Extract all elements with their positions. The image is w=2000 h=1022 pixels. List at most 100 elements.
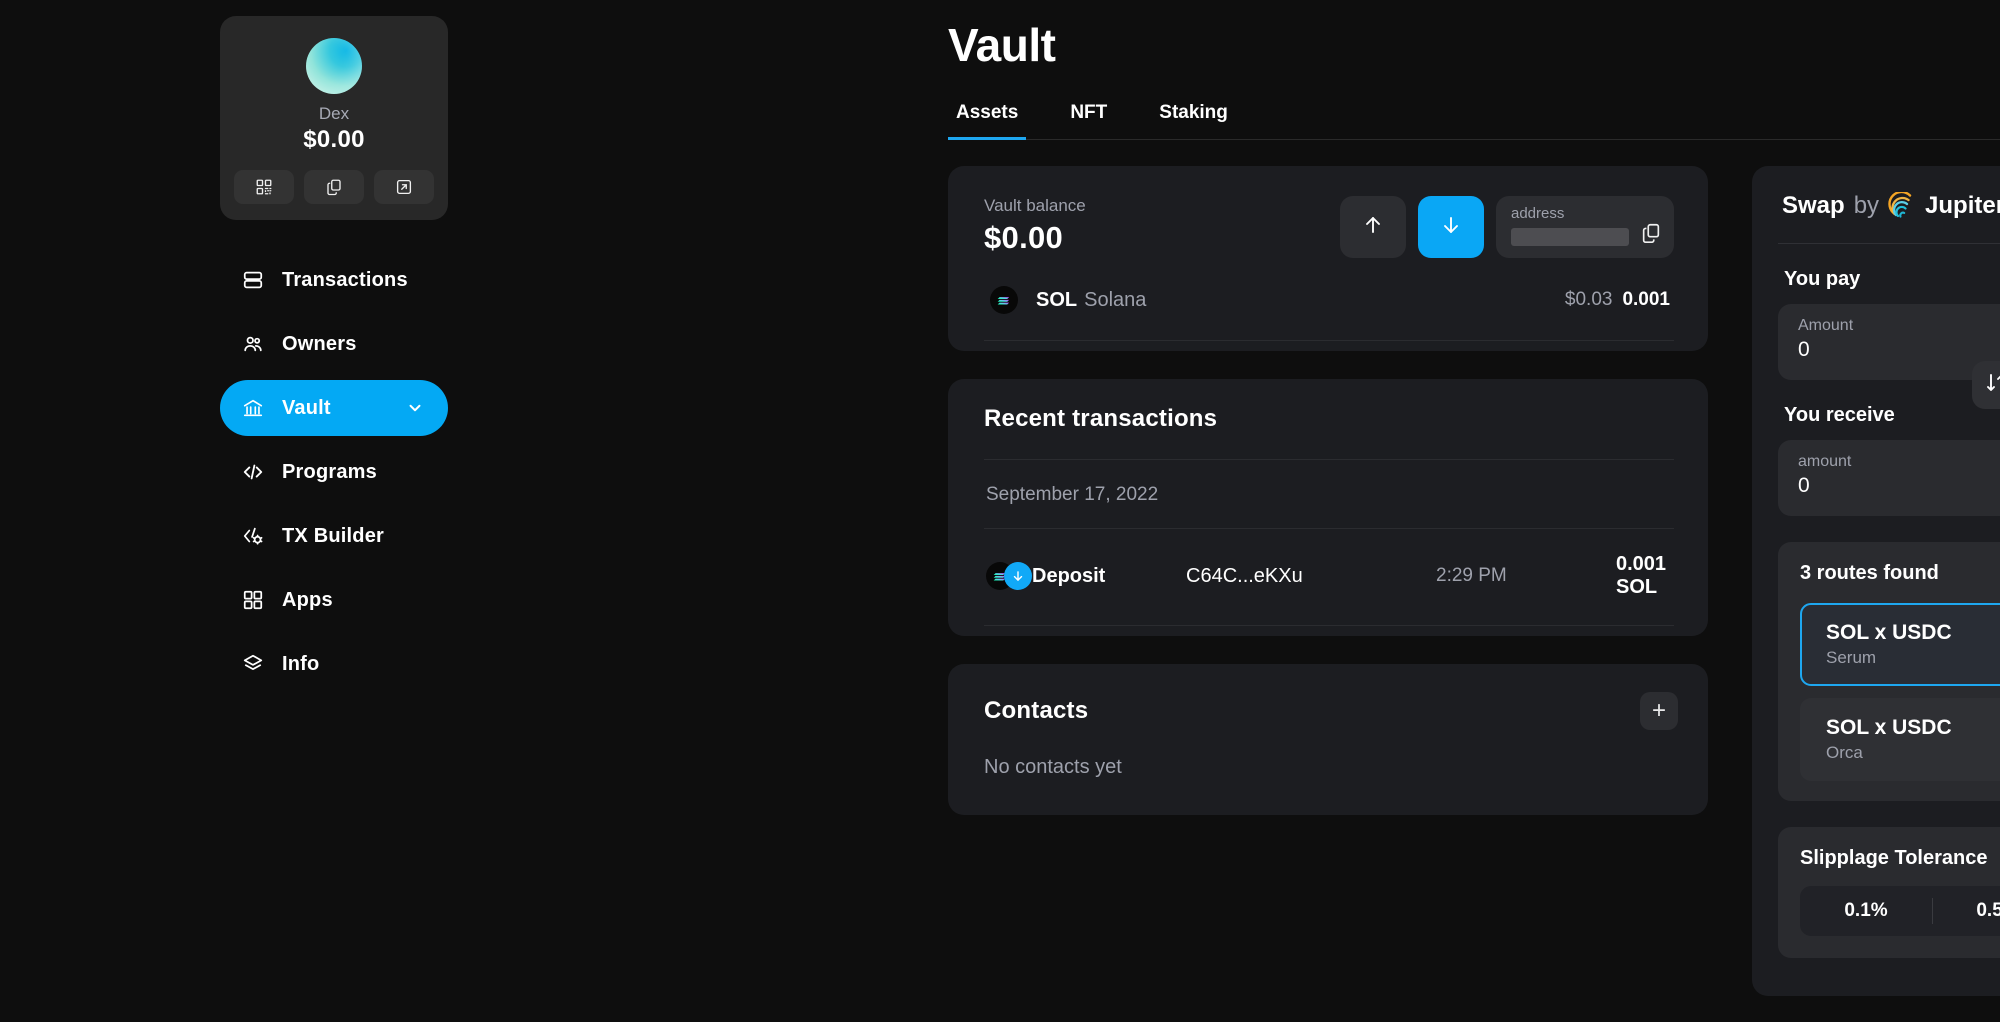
tab-nft[interactable]: NFT	[1062, 102, 1115, 140]
recent-transactions-title: Recent transactions	[984, 405, 1674, 433]
sidebar-item-label: TX Builder	[282, 525, 384, 548]
address-field[interactable]: address	[1496, 196, 1674, 258]
swap-direction-button[interactable]	[1972, 361, 2000, 409]
receive-amount-input[interactable]: 0	[1798, 474, 1851, 498]
pay-amount-input[interactable]: 0	[1798, 338, 1853, 362]
transaction-address: C64C...eKXu	[1186, 565, 1436, 588]
asset-symbol: SOL	[1036, 289, 1077, 312]
contacts-card: Contacts + No contacts yet	[948, 664, 1708, 815]
jupiter-logo-icon	[1888, 192, 1916, 220]
asset-values: $0.03 0.001	[1565, 289, 1670, 311]
sidebar-item-label: Transactions	[282, 269, 408, 292]
owners-icon	[242, 333, 264, 355]
routes-card: 3 routes found SOL x USDC Serum 0 best p…	[1778, 542, 2000, 801]
sidebar-item-label: Vault	[282, 397, 331, 420]
sidebar-item-transactions[interactable]: Transactions	[220, 252, 448, 308]
qr-code-icon	[255, 178, 273, 196]
profile-actions	[234, 170, 434, 204]
route-source: Orca	[1826, 743, 1952, 763]
receive-amount-group: amount 0	[1798, 453, 1851, 498]
left-column: Vault balance $0.00	[948, 166, 1708, 996]
balance-actions: address	[1340, 196, 1674, 258]
balance-text-group: Vault balance $0.00	[984, 196, 1086, 256]
routes-title: 3 routes found	[1800, 562, 2000, 591]
grid-icon	[242, 589, 264, 611]
sidebar-item-owners[interactable]: Owners	[220, 316, 448, 372]
receive-amount-label: amount	[1798, 453, 1851, 471]
open-explorer-button[interactable]	[374, 170, 434, 204]
balance-top-row: Vault balance $0.00	[984, 196, 1674, 258]
app-root: Dex $0.00	[0, 0, 2000, 1022]
arrow-down-icon	[1439, 213, 1463, 242]
transaction-date-group: September 17, 2022	[984, 460, 1674, 528]
address-value	[1511, 228, 1629, 246]
profile-balance: $0.00	[303, 126, 365, 154]
pay-amount-box[interactable]: Amount 0	[1778, 304, 2000, 380]
profile-card: Dex $0.00	[220, 16, 448, 220]
sidebar-item-label: Programs	[282, 461, 377, 484]
asset-usd-value: $0.03	[1565, 289, 1613, 311]
slippage-header: Slipplage Tolerance 1 %	[1800, 847, 2000, 870]
tab-assets[interactable]: Assets	[948, 102, 1026, 140]
sidebar-item-programs[interactable]: Programs	[220, 444, 448, 500]
slippage-options: 0.1% 0.5% 1%	[1800, 886, 2000, 936]
send-button[interactable]	[1340, 196, 1406, 258]
add-contact-button[interactable]: +	[1640, 692, 1678, 730]
route-item[interactable]: SOL x USDC Orca 0	[1800, 698, 2000, 781]
route-text-group: SOL x USDC Serum	[1826, 621, 1952, 668]
address-label: address	[1511, 205, 1660, 222]
sidebar-item-info[interactable]: Info	[220, 636, 448, 692]
page-title: Vault	[948, 18, 2000, 72]
sidebar-item-vault[interactable]: Vault	[220, 380, 448, 436]
vault-balance-label: Vault balance	[984, 196, 1086, 216]
swap-header: Swap by Jupit	[1778, 192, 2000, 220]
vault-balance-card: Vault balance $0.00	[948, 166, 1708, 351]
arrow-down-icon	[1004, 562, 1032, 590]
contacts-header: Contacts +	[984, 692, 1678, 730]
you-receive-label: You receive	[1778, 380, 2000, 440]
bank-icon	[242, 397, 264, 419]
you-pay-header: You pay HALF MAX	[1778, 244, 2000, 304]
swap-provider-name: Jupiter	[1925, 192, 2000, 220]
you-pay-label: You pay	[1784, 268, 1860, 291]
receive-button[interactable]	[1418, 196, 1484, 258]
chevron-down-icon[interactable]	[406, 399, 424, 417]
right-column: Swap by Jupit	[1752, 166, 2000, 996]
transaction-icons	[986, 562, 1032, 590]
copy-icon[interactable]	[1640, 222, 1662, 244]
sidebar-item-label: Owners	[282, 333, 357, 356]
route-pair: SOL x USDC	[1826, 716, 1952, 740]
table-row[interactable]: Deposit C64C...eKXu 2:29 PM 0.001 SOL	[984, 528, 1674, 626]
slippage-title: Slipplage Tolerance	[1800, 847, 1987, 870]
asset-row[interactable]: SOL Solana $0.03 0.001	[984, 258, 1674, 341]
slippage-option-0-1[interactable]: 0.1%	[1800, 886, 1932, 936]
code-icon	[242, 461, 264, 483]
transactions-icon	[242, 269, 264, 291]
content-columns: Vault balance $0.00	[948, 166, 2000, 996]
main-inner: Assets NFT Staking Vault balance $0.00	[948, 102, 2000, 996]
route-text-group: SOL x USDC Orca	[1826, 716, 1952, 763]
tab-bar: Assets NFT Staking	[948, 102, 2000, 140]
sidebar-nav: Transactions Owners Vault	[220, 252, 448, 692]
route-item[interactable]: SOL x USDC Serum 0 best price	[1800, 603, 2000, 686]
avatar	[306, 38, 362, 94]
main-content: Vault Assets NFT Staking Vault balance $…	[448, 0, 2000, 1022]
transaction-time: 2:29 PM	[1436, 565, 1616, 587]
slippage-option-0-5[interactable]: 0.5%	[1932, 886, 2000, 936]
swap-title: Swap	[1782, 192, 1845, 220]
copy-address-button[interactable]	[304, 170, 364, 204]
profile-name: Dex	[319, 104, 349, 124]
sidebar-item-label: Apps	[282, 589, 333, 612]
layers-icon	[242, 653, 264, 675]
sidebar-item-tx-builder[interactable]: TX Builder	[220, 508, 448, 564]
arrow-up-icon	[1361, 213, 1385, 242]
code-gear-icon	[242, 525, 264, 547]
transaction-type: Deposit	[1032, 565, 1186, 588]
vault-balance-amount: $0.00	[984, 220, 1086, 256]
qr-code-button[interactable]	[234, 170, 294, 204]
route-pair: SOL x USDC	[1826, 621, 1952, 645]
receive-amount-box[interactable]: amount 0	[1778, 440, 2000, 516]
tab-staking[interactable]: Staking	[1151, 102, 1236, 140]
sidebar-item-apps[interactable]: Apps	[220, 572, 448, 628]
solana-icon	[990, 286, 1018, 314]
